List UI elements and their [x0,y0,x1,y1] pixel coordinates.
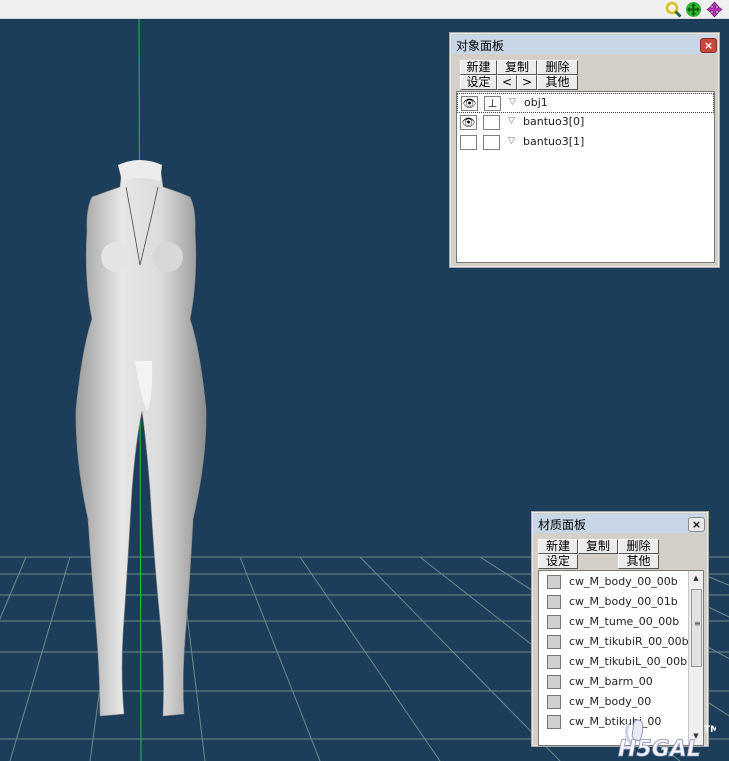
material-copy-button[interactable]: 复制 [578,539,618,554]
material-panel: 材质面板 × 新建 复制 删除 设定 其他 cw_M_body_00_00b c… [531,511,709,747]
expand-triangle-icon[interactable]: ▽ [508,116,515,126]
object-settings-button[interactable]: 设定 [460,75,497,90]
material-other-button[interactable]: 其他 [618,554,659,569]
svg-text:H5GAL: H5GAL [618,737,701,758]
material-settings-button[interactable]: 设定 [538,554,578,569]
material-item[interactable]: cw_M_tikubiR_00_00b [539,632,689,652]
material-swatch[interactable] [547,615,561,629]
material-name: cw_M_body_00_00b [569,575,678,588]
material-swatch[interactable] [547,575,561,589]
scroll-up-icon[interactable]: ▲ [689,571,703,586]
expand-triangle-icon[interactable]: ▽ [508,136,515,146]
material-panel-title: 材质面板 [538,518,587,532]
lock-toggle[interactable]: ⊥ [484,96,501,111]
material-swatch[interactable] [547,655,561,669]
visibility-toggle[interactable]: 👁 [461,96,478,111]
material-swatch[interactable] [547,595,561,609]
material-delete-button[interactable]: 删除 [618,539,659,554]
object-other-button[interactable]: 其他 [537,75,578,90]
material-item[interactable]: cw_M_tikubiL_00_00b [539,652,687,672]
material-swatch[interactable] [547,695,561,709]
view-toolbar [0,0,729,19]
object-new-button[interactable]: 新建 [460,60,497,75]
material-swatch[interactable] [547,675,561,689]
eye-icon: 👁 [462,97,477,110]
object-next-button[interactable]: > [517,75,537,90]
visibility-toggle[interactable] [460,135,477,150]
object-panel-titlebar[interactable]: 对象面板 × [452,35,717,54]
grip-icon: ≡ [694,619,701,628]
lock-toggle[interactable] [483,115,500,130]
svg-text:TM: TM [704,725,716,735]
object-list: 👁 ⊥ ▽ obj1 👁 ▽ bantuo3[0] ▽ bantuo3[1] [456,91,715,263]
lock-icon: ⊥ [487,97,498,110]
watermark-logo: H5GAL TM [618,719,716,758]
material-name: cw_M_barm_00 [569,675,653,688]
scroll-thumb[interactable]: ≡ [691,589,702,667]
object-panel-title: 对象面板 [456,39,505,53]
expand-triangle-icon[interactable]: ▽ [509,97,516,107]
object-copy-button[interactable]: 复制 [497,60,537,75]
rotate-icon[interactable] [706,1,723,18]
object-name: obj1 [524,96,548,109]
object-name: bantuo3[1] [523,135,585,148]
zoom-icon[interactable] [665,1,682,18]
object-prev-button[interactable]: < [497,75,517,90]
material-name: cw_M_body_00_01b [569,595,678,608]
material-panel-titlebar[interactable]: 材质面板 × [534,514,706,533]
object-row-bantuo3-1[interactable]: ▽ bantuo3[1] [457,133,714,153]
material-item[interactable]: cw_M_body_00_01b [539,592,687,612]
object-delete-button[interactable]: 删除 [537,60,578,75]
object-name: bantuo3[0] [523,115,585,128]
material-name: cw_M_tume_00_00b [569,615,680,628]
material-name: cw_M_tikubiR_00_00b [569,635,689,648]
material-item[interactable]: cw_M_body_00 [539,692,687,712]
object-row-bantuo3-0[interactable]: 👁 ▽ bantuo3[0] [457,113,714,133]
close-icon: × [703,39,714,52]
material-item[interactable]: cw_M_barm_00 [539,672,687,692]
material-panel-close-button[interactable]: × [688,517,705,532]
visibility-toggle[interactable]: 👁 [460,115,477,130]
material-item[interactable]: cw_M_tume_00_00b [539,612,687,632]
close-icon: × [691,518,702,531]
lock-toggle[interactable] [483,135,500,150]
object-panel-close-button[interactable]: × [700,38,717,53]
material-item[interactable]: cw_M_body_00_00b [539,572,687,592]
material-new-button[interactable]: 新建 [538,539,578,554]
move-icon[interactable] [685,1,702,18]
material-name: cw_M_body_00 [569,695,652,708]
material-name: cw_M_tikubiL_00_00b [569,655,688,668]
object-panel: 对象面板 × 新建 复制 删除 设定 < > 其他 👁 ⊥ ▽ obj1 👁 ▽… [449,32,720,268]
material-swatch[interactable] [547,635,561,649]
eye-icon: 👁 [461,116,476,129]
object-row-obj1[interactable]: 👁 ⊥ ▽ obj1 [457,93,714,113]
material-swatch[interactable] [547,715,561,729]
